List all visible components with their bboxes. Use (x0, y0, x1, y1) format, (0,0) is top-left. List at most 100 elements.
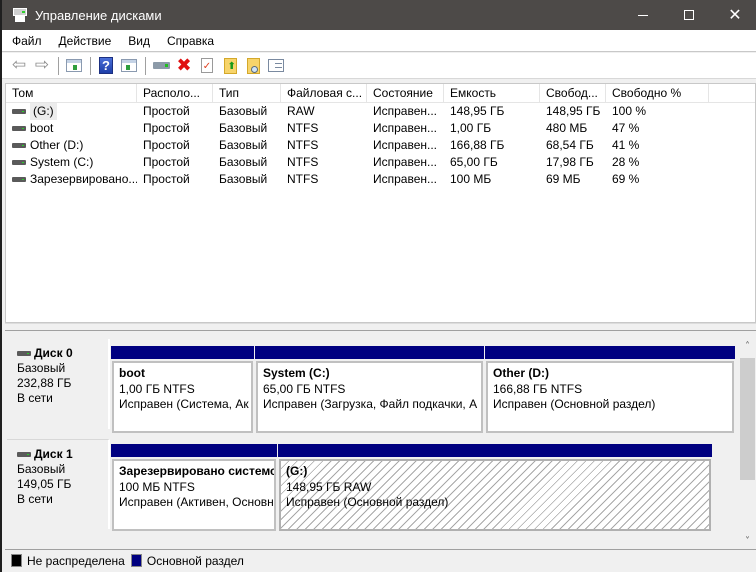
toolbar-separator (145, 56, 146, 75)
column-header-type[interactable]: Тип (213, 84, 281, 103)
volume-fs: NTFS (287, 172, 319, 186)
partition[interactable]: Other (D:) 166,88 ГБ NTFS Исправен (Осно… (485, 346, 735, 433)
disk-size: 149,05 ГБ (17, 477, 72, 491)
table-row[interactable]: (G:) Простой Базовый RAW Исправен... 148… (6, 103, 755, 120)
delete-button[interactable]: ✖ (173, 55, 195, 77)
disk-title: Диск 1 (34, 447, 73, 461)
partition-status: Исправен (Основной раздел) (286, 495, 449, 509)
partition-size-fs: 1,00 ГБ NTFS (119, 381, 195, 396)
back-button[interactable]: ⇦ (8, 55, 30, 77)
table-row[interactable]: boot Простой Базовый NTFS Исправен... 1,… (6, 120, 755, 137)
legend-item-unallocated: Не распределена (11, 554, 125, 568)
disk-row: Диск 1 Базовый 149,05 ГБ В сети Зарезерв… (5, 433, 741, 533)
disk-info[interactable]: Диск 1 Базовый 149,05 ГБ В сети (7, 439, 110, 529)
volume-list: Том Располо... Тип Файловая с... Состоян… (5, 83, 756, 323)
partition-bar (111, 444, 277, 457)
volume-fs: NTFS (287, 155, 319, 169)
show-hide-console-tree-button[interactable] (63, 55, 85, 77)
disk-type: Базовый (17, 462, 66, 476)
volume-free: 148,95 ГБ (546, 104, 601, 118)
show-hide-action-pane-button[interactable] (118, 55, 140, 77)
help-icon: ? (99, 57, 113, 74)
menu-help[interactable]: Справка (160, 34, 221, 48)
volume-free: 17,98 ГБ (546, 155, 594, 169)
forward-button[interactable]: ⇨ (31, 55, 53, 77)
table-row[interactable]: System (C:) Простой Базовый NTFS Исправе… (6, 154, 755, 171)
volume-status: Исправен... (373, 172, 438, 186)
column-header-free-percent[interactable]: Свободно % (606, 84, 709, 103)
connect-virtual-disk-button[interactable] (150, 55, 172, 77)
drive-icon (12, 177, 26, 182)
title-bar: Управление дисками ✕ (2, 0, 756, 30)
column-header-layout[interactable]: Располо... (137, 84, 213, 103)
partition-size-fs: 166,88 ГБ NTFS (493, 381, 583, 396)
explore-button[interactable] (242, 55, 264, 77)
partition-status: Исправен (Активен, Основн (119, 495, 274, 509)
scroll-down-icon[interactable]: ˅ (739, 533, 756, 550)
column-header-volume[interactable]: Том (6, 84, 137, 103)
volume-layout: Простой (143, 155, 190, 169)
toolbar-separator (58, 56, 59, 75)
legend: Не распределена Основной раздел (5, 549, 756, 571)
menu-file[interactable]: Файл (5, 34, 49, 48)
table-row[interactable]: Other (D:) Простой Базовый NTFS Исправен… (6, 137, 755, 154)
partition[interactable]: Зарезервировано системс 100 МБ NTFS Испр… (111, 444, 277, 531)
partition-bar (485, 346, 735, 359)
legend-item-primary: Основной раздел (130, 554, 244, 568)
disk-state: В сети (17, 391, 53, 405)
partition-name: Other (D:) (493, 366, 549, 380)
partition[interactable]: (G:) 148,95 ГБ RAW Исправен (Основной ра… (278, 444, 712, 531)
partition-bar (255, 346, 484, 359)
column-header-free-space[interactable]: Свобод... (540, 84, 606, 103)
pane-splitter[interactable] (5, 323, 756, 331)
disk-info[interactable]: Диск 0 Базовый 232,88 ГБ В сети (7, 339, 110, 429)
volume-free-pct: 41 % (612, 138, 640, 152)
partition-size-fs: 65,00 ГБ NTFS (263, 381, 346, 396)
settings-list-icon (268, 59, 284, 72)
volume-name: Зарезервировано... (30, 172, 137, 186)
scroll-thumb[interactable] (740, 358, 755, 480)
partition[interactable]: System (C:) 65,00 ГБ NTFS Исправен (Загр… (255, 346, 484, 433)
disk-type: Базовый (17, 361, 66, 375)
settings-button[interactable] (265, 55, 287, 77)
column-header-capacity[interactable]: Емкость (444, 84, 540, 103)
maximize-icon (684, 10, 694, 20)
minimize-button[interactable] (620, 0, 666, 30)
volume-type: Базовый (219, 155, 268, 169)
disk-management-window: Управление дисками ✕ Файл Действие Вид С… (0, 0, 756, 572)
close-icon: ✕ (728, 5, 742, 24)
volume-capacity: 148,95 ГБ (450, 104, 505, 118)
partition-status: Исправен (Система, Ак (119, 397, 249, 411)
volume-type: Базовый (219, 172, 268, 186)
volume-type: Базовый (219, 121, 268, 135)
partition-name: System (C:) (263, 366, 330, 380)
drive-icon (17, 452, 31, 457)
disk-size: 232,88 ГБ (17, 376, 72, 390)
maximize-button[interactable] (666, 0, 712, 30)
column-header-status[interactable]: Состояние (367, 84, 444, 103)
drive-icon (12, 126, 26, 131)
drive-icon (12, 143, 26, 148)
menu-view[interactable]: Вид (121, 34, 157, 48)
partition-name: boot (119, 366, 145, 380)
volume-fs: NTFS (287, 138, 319, 152)
volume-free-pct: 47 % (612, 121, 640, 135)
disk-view-scrollbar[interactable]: ˄ ˅ (739, 338, 756, 550)
volume-layout: Простой (143, 138, 190, 152)
close-button[interactable]: ✕ (712, 0, 756, 30)
toolbar: ⇦ ⇨ ? ✖ ✓ ⬆ (2, 53, 756, 79)
scroll-up-icon[interactable]: ˄ (739, 338, 756, 355)
column-header-file-system[interactable]: Файловая с... (281, 84, 367, 103)
partition-name: Зарезервировано системс (119, 464, 276, 478)
help-button[interactable]: ? (95, 55, 117, 77)
toolbar-separator (90, 56, 91, 75)
volume-capacity: 65,00 ГБ (450, 155, 498, 169)
connect-disk-icon (152, 62, 170, 69)
properties-button[interactable]: ✓ (196, 55, 218, 77)
table-row[interactable]: Зарезервировано... Простой Базовый NTFS … (6, 171, 755, 188)
menu-action[interactable]: Действие (52, 34, 119, 48)
disk-row: Диск 0 Базовый 232,88 ГБ В сети boot 1,0… (5, 333, 741, 433)
open-button[interactable]: ⬆ (219, 55, 241, 77)
partition[interactable]: boot 1,00 ГБ NTFS Исправен (Система, Ак (111, 346, 254, 433)
volume-status: Исправен... (373, 121, 438, 135)
